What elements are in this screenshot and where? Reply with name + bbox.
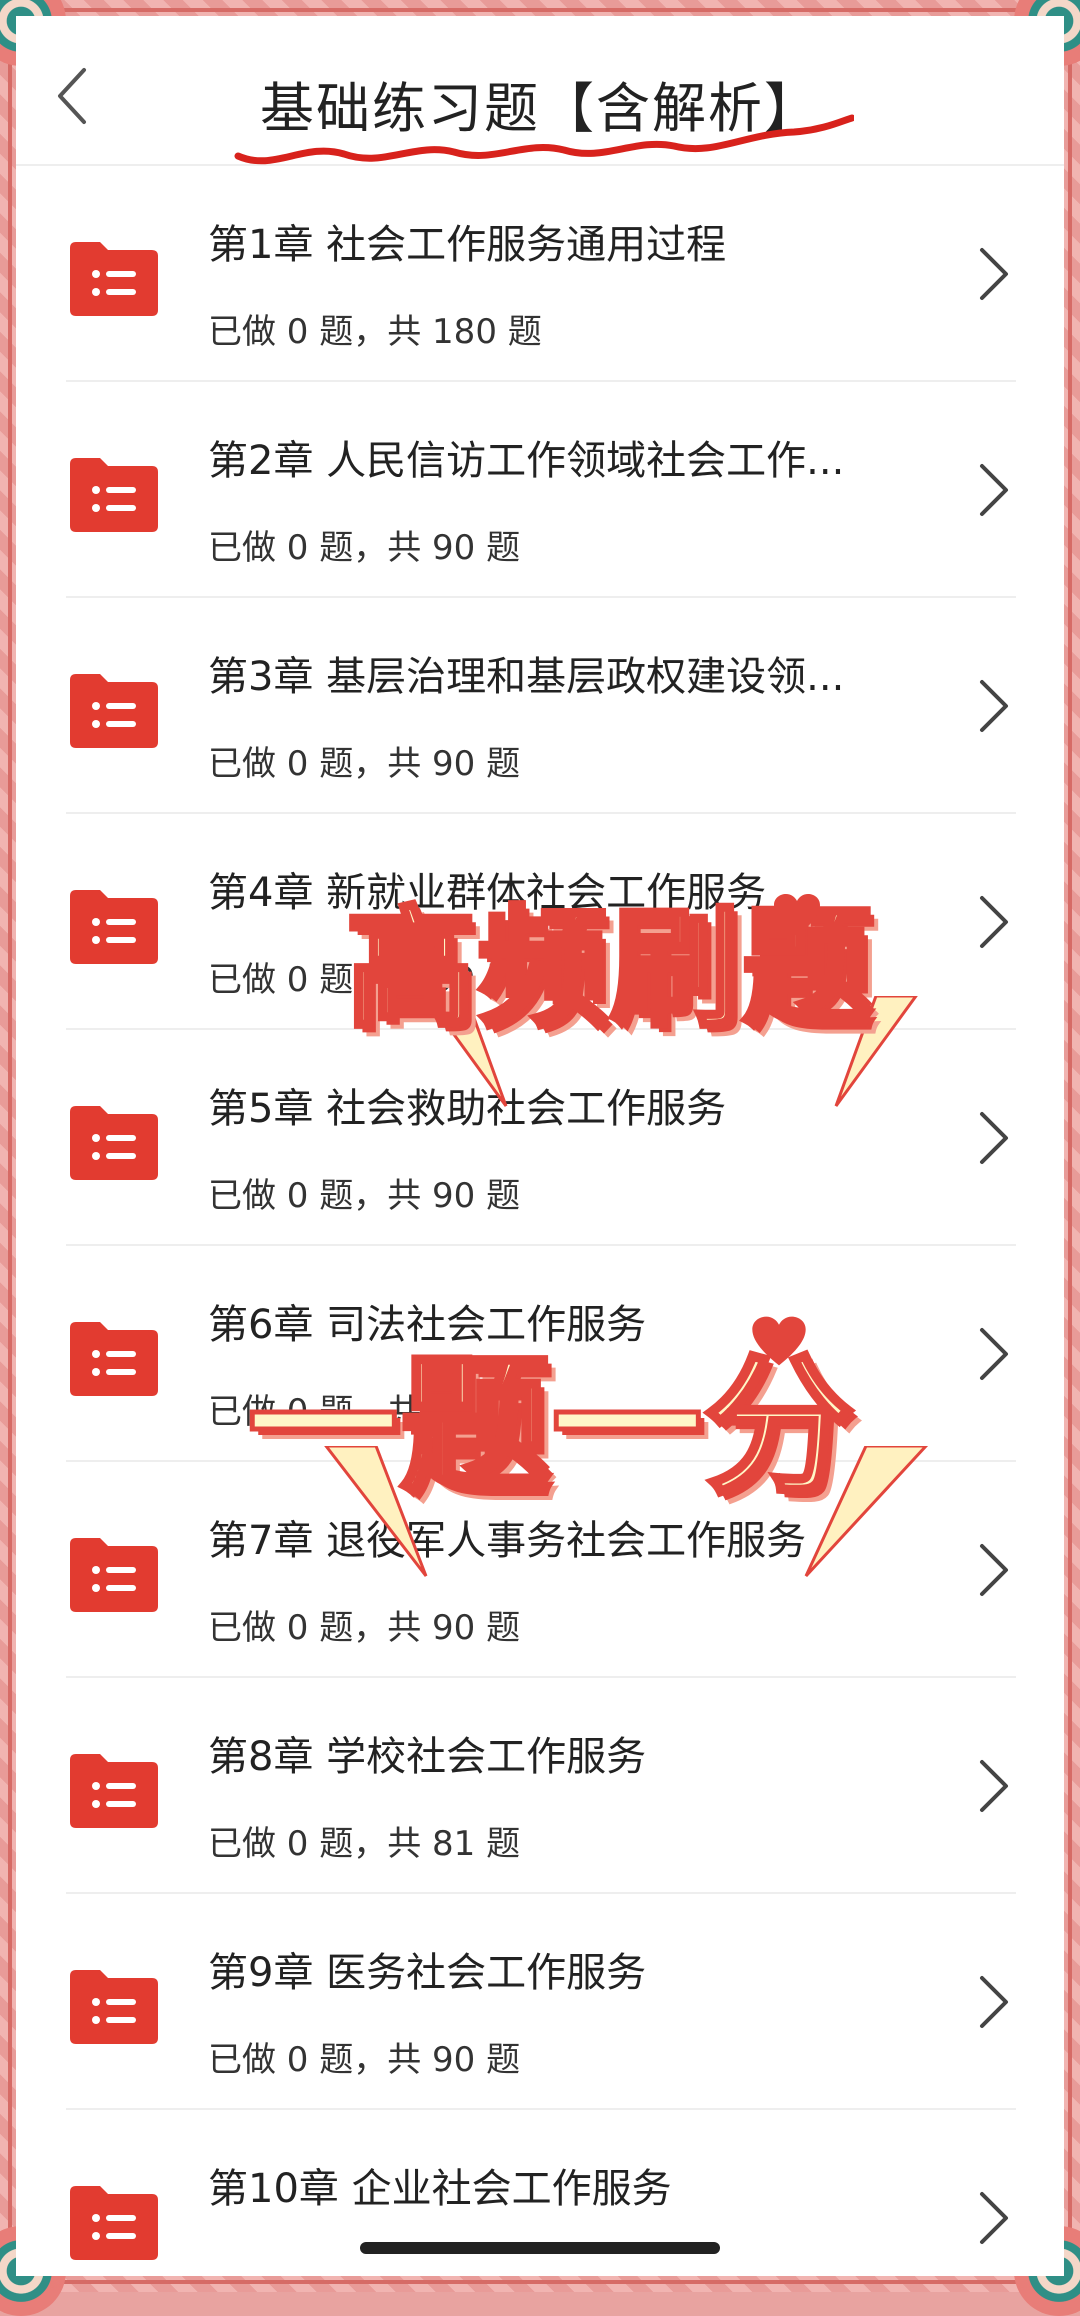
folder-list-icon — [70, 890, 158, 964]
chevron-right-icon — [980, 1976, 1008, 2028]
chapter-list: 第1章 社会工作服务通用过程 已做 0 题，共 180 题 第2章 人民信访工作… — [16, 166, 1064, 2276]
folder-list-icon — [70, 1970, 158, 2044]
app-screen: 基础练习题【含解析】 第1章 社会工作服务通用过程 已做 0 题，共 180 题… — [16, 16, 1064, 2276]
chevron-right-icon — [980, 1544, 1008, 1596]
folder-list-icon — [70, 242, 158, 316]
folder-list-icon — [70, 1106, 158, 1180]
chapter-title: 第9章 医务社会工作服务 — [208, 1950, 647, 1996]
chevron-right-icon — [980, 1760, 1008, 1812]
chapter-row[interactable]: 第3章 基层治理和基层政权建设领... 已做 0 题，共 90 题 — [16, 598, 1064, 814]
chevron-right-icon — [980, 680, 1008, 732]
chapter-progress: 已做 0 题，共 90 题 — [208, 744, 521, 784]
chapter-progress: 已做 0 题，共 90 题 — [208, 1608, 521, 1648]
chapter-row[interactable]: 第2章 人民信访工作领域社会工作... 已做 0 题，共 90 题 — [16, 382, 1064, 598]
chapter-title: 第10章 企业社会工作服务 — [208, 2166, 672, 2212]
folder-list-icon — [70, 1538, 158, 1612]
chapter-progress: 已做 0 题，共 81 题 — [208, 1824, 521, 1864]
folder-list-icon — [70, 1754, 158, 1828]
chapter-progress: 已做 0 题，共 90 题 — [208, 2040, 521, 2080]
folder-list-icon — [70, 2186, 158, 2260]
folder-list-icon — [70, 458, 158, 532]
chevron-right-icon — [980, 464, 1008, 516]
chevron-right-icon — [980, 1328, 1008, 1380]
home-indicator[interactable] — [360, 2242, 720, 2254]
chapter-title: 第8章 学校社会工作服务 — [208, 1734, 647, 1780]
chevron-right-icon — [980, 1112, 1008, 1164]
chapter-progress: 已做 0 题，共 90 题 — [208, 1176, 521, 1216]
chapter-title: 第1章 社会工作服务通用过程 — [208, 222, 727, 268]
chapter-title: 第2章 人民信访工作领域社会工作... — [208, 438, 845, 484]
chapter-row[interactable]: 第1章 社会工作服务通用过程 已做 0 题，共 180 题 — [16, 166, 1064, 382]
folder-list-icon — [70, 1322, 158, 1396]
chapter-row[interactable]: 第8章 学校社会工作服务 已做 0 题，共 81 题 — [16, 1678, 1064, 1894]
chevron-right-icon — [980, 2192, 1008, 2244]
heart-icon — [752, 1316, 806, 1366]
chapter-title: 第3章 基层治理和基层政权建设领... — [208, 654, 845, 700]
chevron-right-icon — [980, 248, 1008, 300]
chapter-progress: 已做 0 题，共 90 题 — [208, 528, 521, 568]
chapter-progress: 已做 0 题，共 180 题 — [208, 312, 542, 352]
chevron-right-icon — [980, 896, 1008, 948]
nav-header: 基础练习题【含解析】 — [16, 16, 1064, 166]
folder-list-icon — [70, 674, 158, 748]
heart-icon — [774, 894, 820, 936]
chapter-row[interactable]: 第9章 医务社会工作服务 已做 0 题，共 90 题 — [16, 1894, 1064, 2110]
